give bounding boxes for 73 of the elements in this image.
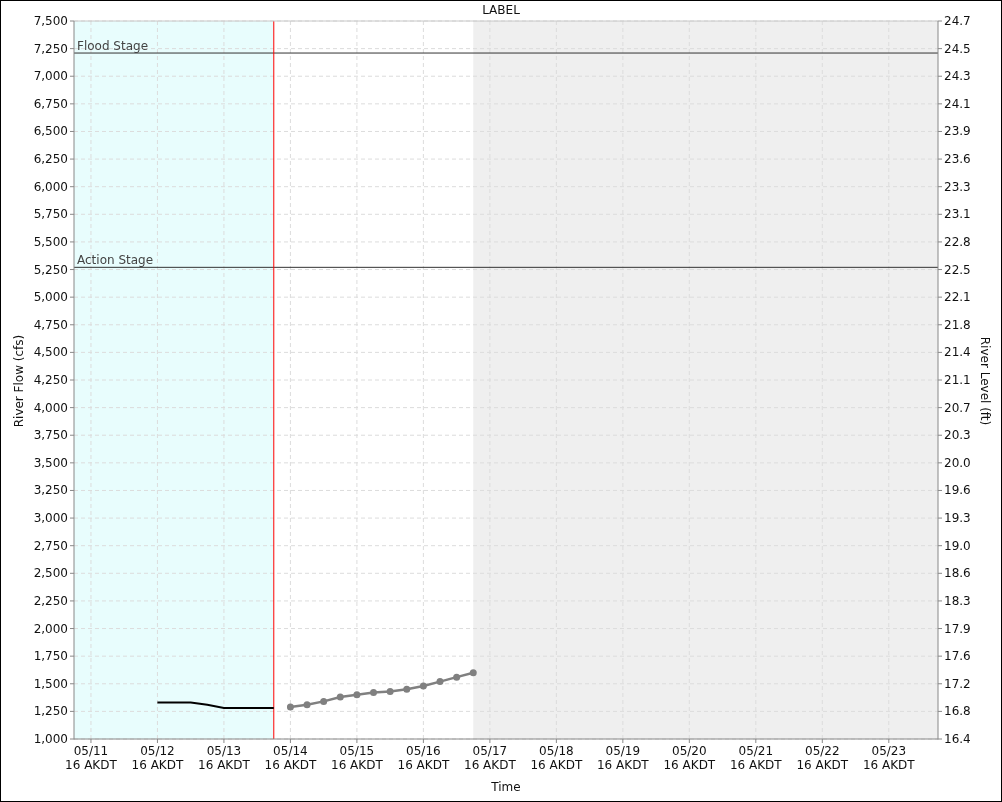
y-tick-label: 22.1 xyxy=(944,290,971,305)
y-tick-label: 2,500 xyxy=(33,566,68,581)
y-tick-label: 2,250 xyxy=(33,593,68,608)
y-tick-label: 4,000 xyxy=(33,400,68,415)
y-tick-label: 4,250 xyxy=(33,373,68,387)
y-tick-label: 24.3 xyxy=(944,69,971,84)
x-tick-label: 05/18 16 AKDT xyxy=(530,744,583,772)
y-tick-label: 2,000 xyxy=(33,621,68,636)
y-tick-label: 20.3 xyxy=(944,428,971,443)
x-tick-label: 05/20 16 AKDT xyxy=(663,744,716,772)
x-tick-label: 05/16 16 AKDT xyxy=(397,744,450,772)
y-tick-label: 6,000 xyxy=(33,179,68,194)
x-tick-label: 05/11 16 AKDT xyxy=(65,744,117,772)
y-tick-label: 20.0 xyxy=(944,455,971,470)
y-tick-label: 23.3 xyxy=(944,179,971,194)
y-tick-label: 17.6 xyxy=(944,649,971,664)
y-tick-label: 17.9 xyxy=(944,621,971,636)
y-tick-label: 5,750 xyxy=(33,207,68,222)
x-tick-label: 05/12 16 AKDT xyxy=(131,744,184,772)
y-tick-label: 16.4 xyxy=(944,732,971,746)
y-tick-label: 2,750 xyxy=(33,538,68,553)
x-tick-label: 05/19 16 AKDT xyxy=(597,744,649,772)
y-tick-label: 18.3 xyxy=(944,593,971,608)
y-tick-label: 21.1 xyxy=(944,373,971,387)
y-tick-label: 18.6 xyxy=(944,566,971,581)
y-axis-label: River Flow (cfs) xyxy=(12,334,26,428)
y-axis-label: River Level (ft) xyxy=(978,336,992,426)
y-tick-label: 24.7 xyxy=(944,14,971,28)
y-tick-label: 6,250 xyxy=(33,152,68,167)
y-tick-label: 7,500 xyxy=(33,14,68,28)
y-tick-label: 3,750 xyxy=(33,428,68,443)
y-tick-label: 21.4 xyxy=(944,345,971,360)
x-tick-label: 05/17 16 AKDT xyxy=(464,744,516,772)
y-tick-label: 3,250 xyxy=(33,483,68,498)
chart-title: LABEL xyxy=(482,3,520,17)
y-tick-label: 4,750 xyxy=(33,317,68,332)
x-tick-label: 05/13 16 AKDT xyxy=(198,744,250,772)
threshold-label: Action Stage xyxy=(77,253,154,268)
y-tick-label: 1,250 xyxy=(33,704,68,719)
x-axis-label: Time xyxy=(491,780,521,794)
x-tick-label: 05/14 16 AKDT xyxy=(264,744,317,772)
y-tick-label: 23.9 xyxy=(944,124,971,139)
x-tick-label: 05/23 16 AKDT xyxy=(862,744,915,772)
y-tick-label: 20.7 xyxy=(944,400,971,415)
y-tick-label: 6,750 xyxy=(33,96,68,111)
y-tick-label: 7,000 xyxy=(33,69,68,84)
y-tick-label: 24.1 xyxy=(944,96,971,111)
y-tick-label: 6,500 xyxy=(33,124,68,139)
y-tick-label: 19.6 xyxy=(944,483,971,498)
y-tick-label: 1,000 xyxy=(33,732,68,746)
x-tick-label: 05/15 16 AKDT xyxy=(331,744,383,772)
y-tick-label: 1,750 xyxy=(33,649,68,664)
y-tick-label: 24.5 xyxy=(944,41,971,56)
y-tick-label: 5,250 xyxy=(33,262,68,277)
x-tick-label: 05/22 16 AKDT xyxy=(796,744,849,772)
y-tick-label: 3,000 xyxy=(33,511,68,526)
y-tick-label: 16.8 xyxy=(944,704,971,719)
threshold-label: Flood Stage xyxy=(77,39,149,54)
y-tick-label: 23.6 xyxy=(944,152,971,167)
y-tick-label: 1,500 xyxy=(33,676,68,691)
y-tick-label: 7,250 xyxy=(33,41,68,56)
y-tick-label: 19.3 xyxy=(944,511,971,526)
y-tick-label: 19.0 xyxy=(944,538,971,553)
y-tick-label: 17.2 xyxy=(944,676,971,691)
y-tick-label: 5,500 xyxy=(33,234,68,249)
y-tick-label: 23.1 xyxy=(944,207,971,222)
x-tick-label: 05/21 16 AKDT xyxy=(729,744,782,772)
y-tick-label: 5,000 xyxy=(33,290,68,305)
y-tick-label: 22.5 xyxy=(944,262,971,277)
y-tick-label: 21.8 xyxy=(944,317,971,332)
y-tick-label: 22.8 xyxy=(944,234,971,249)
y-tick-label: 3,500 xyxy=(33,455,68,470)
y-tick-label: 4,500 xyxy=(33,345,68,360)
